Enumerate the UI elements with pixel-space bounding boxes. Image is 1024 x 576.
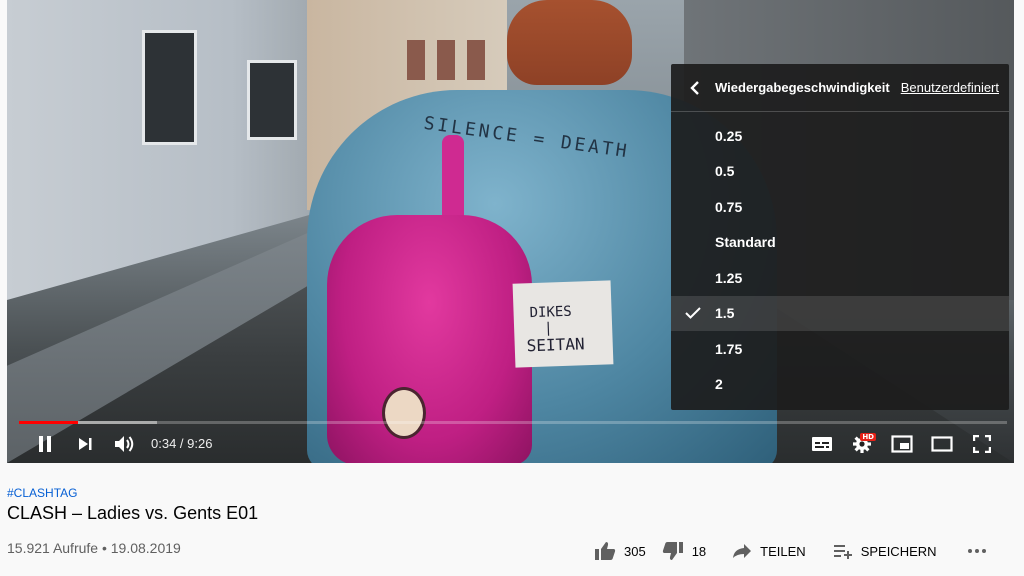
like-button[interactable]: 305	[594, 541, 646, 561]
theater-icon	[931, 435, 953, 452]
settings-button[interactable]: HD	[842, 426, 882, 462]
checkmark-icon	[681, 339, 705, 359]
playback-speed-menu: Wiedergabegeschwindigkeit Benutzerdefini…	[671, 64, 1009, 410]
more-horizontal-icon	[967, 549, 986, 553]
share-button[interactable]: TEILEN	[732, 543, 806, 559]
checkmark-icon	[681, 268, 705, 288]
action-bar: 305 18 TEILEN SPEICHERN	[594, 538, 989, 564]
subtitles-button[interactable]	[802, 426, 842, 462]
player-controls: 0:34 / 9:26 HD	[7, 424, 1014, 463]
miniplayer-icon	[891, 434, 913, 453]
speed-option[interactable]: 1.5	[671, 295, 1009, 331]
save-label: SPEICHERN	[860, 543, 937, 559]
pause-button[interactable]	[25, 426, 65, 462]
playlist-add-icon	[833, 545, 852, 559]
speed-option-label: 1.5	[715, 305, 735, 322]
scene-jacket-patch: DIKES | SEITAN	[512, 280, 614, 368]
miniplayer-button[interactable]	[882, 426, 922, 462]
video-meta: 15.921 Aufrufe • 19.08.2019	[7, 540, 181, 556]
dislike-button[interactable]: 18	[662, 541, 706, 561]
speed-option[interactable]: 2	[671, 367, 1009, 403]
checkmark-icon	[681, 303, 705, 323]
share-arrow-icon	[733, 544, 752, 558]
speed-option-label: Standard	[715, 234, 776, 251]
checkmark-icon	[681, 161, 705, 181]
speed-option[interactable]: 1.75	[671, 331, 1009, 367]
right-controls: HD	[802, 424, 1014, 463]
svg-text:|: |	[544, 320, 553, 336]
more-actions-button[interactable]	[965, 548, 989, 554]
pause-icon	[39, 435, 51, 452]
share-label: TEILEN	[760, 543, 806, 559]
back-chevron-icon[interactable]	[685, 78, 705, 98]
video-player[interactable]: SILENCE = DEATH DIKES | SEITAN Wiedergab…	[7, 0, 1014, 463]
speed-option[interactable]: 0.5	[671, 154, 1009, 190]
save-button[interactable]: SPEICHERN	[833, 543, 937, 559]
thumbs-up-icon	[595, 542, 616, 560]
theater-mode-button[interactable]	[922, 426, 962, 462]
speed-option-label: 0.75	[715, 198, 743, 215]
volume-icon	[115, 435, 134, 452]
speed-option[interactable]: 0.75	[671, 189, 1009, 225]
speed-option-label: 1.25	[715, 269, 743, 286]
hd-badge: HD	[860, 432, 876, 441]
dislike-count: 18	[691, 543, 707, 559]
hashtag-link[interactable]: #CLASHTAG	[7, 486, 77, 500]
next-icon	[79, 437, 92, 450]
fullscreen-icon	[973, 434, 991, 453]
speed-option-label: 1.75	[715, 340, 743, 357]
next-button[interactable]	[65, 426, 105, 462]
checkmark-icon	[681, 232, 705, 252]
speed-option[interactable]: Standard	[671, 225, 1009, 261]
thumbs-down-icon	[662, 542, 683, 560]
scene-person-beanie	[507, 0, 632, 85]
fullscreen-button[interactable]	[962, 426, 1002, 462]
time-display: 0:34 / 9:26	[151, 436, 213, 451]
checkmark-icon	[681, 126, 705, 146]
scene-window	[247, 60, 297, 140]
speed-option-label: 2	[715, 376, 723, 393]
speed-option-label: 0.25	[715, 127, 743, 144]
checkmark-icon	[681, 374, 705, 394]
checkmark-icon	[681, 197, 705, 217]
speed-option[interactable]: 1.25	[671, 260, 1009, 296]
subtitles-icon	[812, 436, 832, 451]
custom-speed-link[interactable]: Benutzerdefiniert	[901, 80, 999, 95]
scene-window	[142, 30, 197, 145]
volume-button[interactable]	[105, 426, 145, 462]
speed-options-list: 0.25 0.5 0.75 Standard 1.25 1.5 1.75 2	[671, 112, 1009, 402]
like-count: 305	[624, 543, 646, 559]
video-title: CLASH – Ladies vs. Gents E01	[7, 503, 259, 523]
speed-menu-title[interactable]: Wiedergabegeschwindigkeit	[715, 80, 901, 95]
svg-text:DIKES: DIKES	[529, 304, 572, 321]
speed-option[interactable]: 0.25	[671, 118, 1009, 154]
svg-text:SEITAN: SEITAN	[526, 334, 584, 355]
speed-menu-header: Wiedergabegeschwindigkeit Benutzerdefini…	[671, 64, 1009, 112]
speed-option-label: 0.5	[715, 163, 735, 180]
